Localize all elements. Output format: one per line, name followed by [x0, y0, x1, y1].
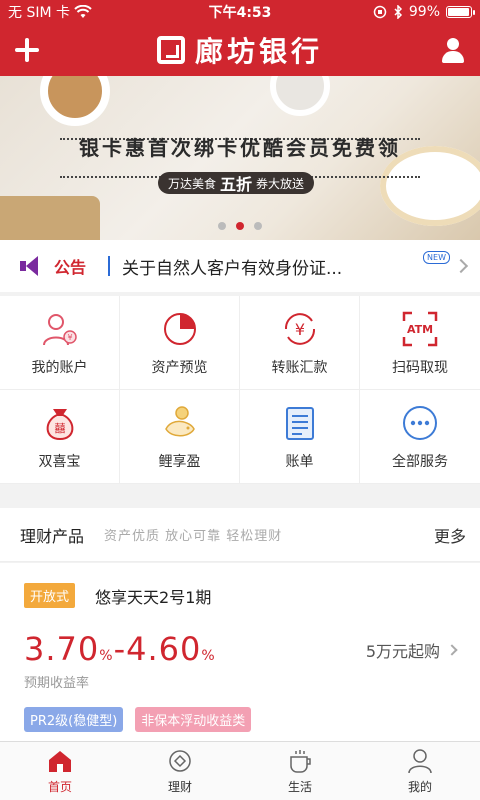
banner-subtitle: 万达美食 五折 券大放送	[158, 172, 315, 194]
service-carp-profit[interactable]: 鲤享盈	[120, 390, 240, 484]
tab-label: 生活	[287, 779, 312, 794]
tab-home[interactable]: 首页	[0, 742, 120, 800]
min-purchase[interactable]: 5万元起购	[365, 638, 458, 662]
service-asset-preview[interactable]: 资产预览	[120, 296, 240, 390]
notice-label: 公告	[54, 258, 87, 277]
service-grid: ¥ 我的账户 资产预览 ¥ 转账汇款 ATM 扫码取现 囍 双喜宝 鲤享盈 账单…	[0, 296, 480, 484]
product-card[interactable]: 开放式 悠享天天2号1期 3.70%-4.60% 5万元起购 预期收益率 PR2…	[0, 563, 480, 741]
bluetooth-icon	[394, 5, 402, 19]
chevron-right-icon	[453, 258, 469, 274]
yield-unit: %	[201, 648, 216, 664]
banner-subtitle-discount: 五折	[220, 175, 253, 194]
return-type-tag: 非保本浮动收益类	[135, 707, 252, 732]
battery-icon	[446, 6, 475, 18]
svg-text:囍: 囍	[54, 422, 65, 435]
banner-title: 银卡惠首次绑卡优酷会员免费领	[79, 136, 401, 160]
service-label: 转账汇款	[271, 359, 328, 376]
risk-level-tag: PR2级(稳健型)	[24, 707, 124, 732]
yield-high: 4.60	[126, 630, 202, 668]
status-time: 下午4:53	[208, 5, 272, 21]
notice-divider	[108, 256, 110, 276]
service-label: 资产预览	[151, 359, 208, 376]
add-icon[interactable]	[12, 35, 42, 65]
coffee-cup-decoration	[40, 76, 110, 126]
finance-icon	[169, 749, 191, 772]
expected-yield: 3.70%-4.60%	[24, 630, 216, 668]
tab-label: 首页	[47, 779, 72, 794]
bank-brand: 廊坊银行	[156, 30, 323, 70]
tab-label: 我的	[407, 779, 432, 794]
banner-subtitle-post: 券大放送	[256, 176, 305, 191]
service-label: 双喜宝	[38, 453, 81, 470]
service-scan-cash[interactable]: ATM 扫码取现	[360, 296, 480, 390]
tab-mine[interactable]: 我的	[360, 742, 480, 800]
service-label: 鲤享盈	[158, 453, 201, 470]
banner-dot[interactable]	[254, 222, 262, 230]
wifi-icon	[74, 5, 92, 18]
svg-text:¥: ¥	[294, 320, 304, 339]
pie-chart-icon	[163, 312, 196, 345]
home-icon	[49, 750, 71, 772]
yield-label: 预期收益率	[24, 676, 90, 691]
banner-dot[interactable]	[218, 222, 226, 230]
bottom-tab-bar: 首页 理财 生活 我的	[0, 741, 480, 800]
service-all[interactable]: 全部服务	[360, 390, 480, 484]
more-dots-icon	[403, 405, 437, 440]
finance-section-title: 理财产品	[20, 526, 85, 546]
product-name: 悠享天天2号1期	[95, 587, 212, 607]
service-bill[interactable]: 账单	[240, 390, 360, 484]
account-icon: ¥	[42, 313, 77, 345]
svg-text:ATM: ATM	[407, 323, 433, 336]
notice-text: 关于自然人客户有效身份证...	[122, 258, 343, 279]
chevron-right-icon	[446, 644, 458, 656]
carrier-label: 无 SIM 卡	[8, 5, 70, 21]
finance-section-tagline: 资产优质 放心可靠 轻松理财	[104, 529, 283, 544]
bowl-decoration	[270, 76, 330, 116]
service-label: 我的账户	[31, 359, 88, 376]
service-label: 账单	[285, 453, 314, 470]
new-badge: NEW	[423, 250, 450, 264]
bank-logo-icon	[156, 36, 185, 64]
banner-subtitle-pre: 万达美食	[168, 176, 217, 191]
svg-text:¥: ¥	[67, 333, 72, 342]
app-header: 廊坊银行	[0, 24, 480, 76]
tab-label: 理财	[167, 779, 192, 794]
status-bar: 无 SIM 卡 下午4:53 99%	[0, 0, 480, 24]
money-bag-icon: 囍	[46, 408, 73, 440]
more-link[interactable]: 更多	[434, 523, 466, 547]
banner-dot-active[interactable]	[236, 222, 244, 230]
service-label: 扫码取现	[392, 359, 448, 376]
promo-banner[interactable]: 银卡惠首次绑卡优酷会员免费领 万达美食 五折 券大放送	[0, 76, 480, 240]
rotation-lock-icon	[373, 5, 387, 19]
product-type-badge: 开放式	[24, 583, 76, 608]
sandwich-plate-decoration	[0, 196, 100, 240]
bill-icon	[285, 406, 314, 440]
service-label: 全部服务	[392, 453, 448, 470]
notice-bar[interactable]: 公告 关于自然人客户有效身份证... NEW	[0, 240, 480, 292]
tab-finance[interactable]: 理财	[120, 742, 240, 800]
yuan-transfer-icon: ¥	[284, 312, 315, 345]
profile-icon	[408, 748, 432, 773]
bank-name: 廊坊银行	[194, 35, 323, 68]
atm-scan-icon: ATM	[402, 311, 438, 346]
banner-pagination	[0, 222, 480, 230]
service-transfer[interactable]: ¥ 转账汇款	[240, 296, 360, 390]
yield-unit: %	[99, 648, 114, 664]
service-my-account[interactable]: ¥ 我的账户	[0, 296, 120, 390]
coffee-cup-icon	[290, 749, 311, 773]
yield-low: 3.70	[24, 630, 100, 668]
tab-life[interactable]: 生活	[240, 742, 360, 800]
product-tags: PR2级(稳健型) 非保本浮动收益类	[24, 707, 456, 732]
user-profile-icon[interactable]	[438, 35, 468, 65]
speaker-icon	[18, 255, 46, 277]
min-purchase-amount: 5万元起购	[365, 642, 440, 661]
battery-percent: 99%	[408, 4, 440, 20]
carp-coin-icon	[164, 405, 195, 436]
service-double-joy[interactable]: 囍 双喜宝	[0, 390, 120, 484]
finance-section-header: 理财产品 资产优质 放心可靠 轻松理财 更多	[0, 508, 480, 562]
